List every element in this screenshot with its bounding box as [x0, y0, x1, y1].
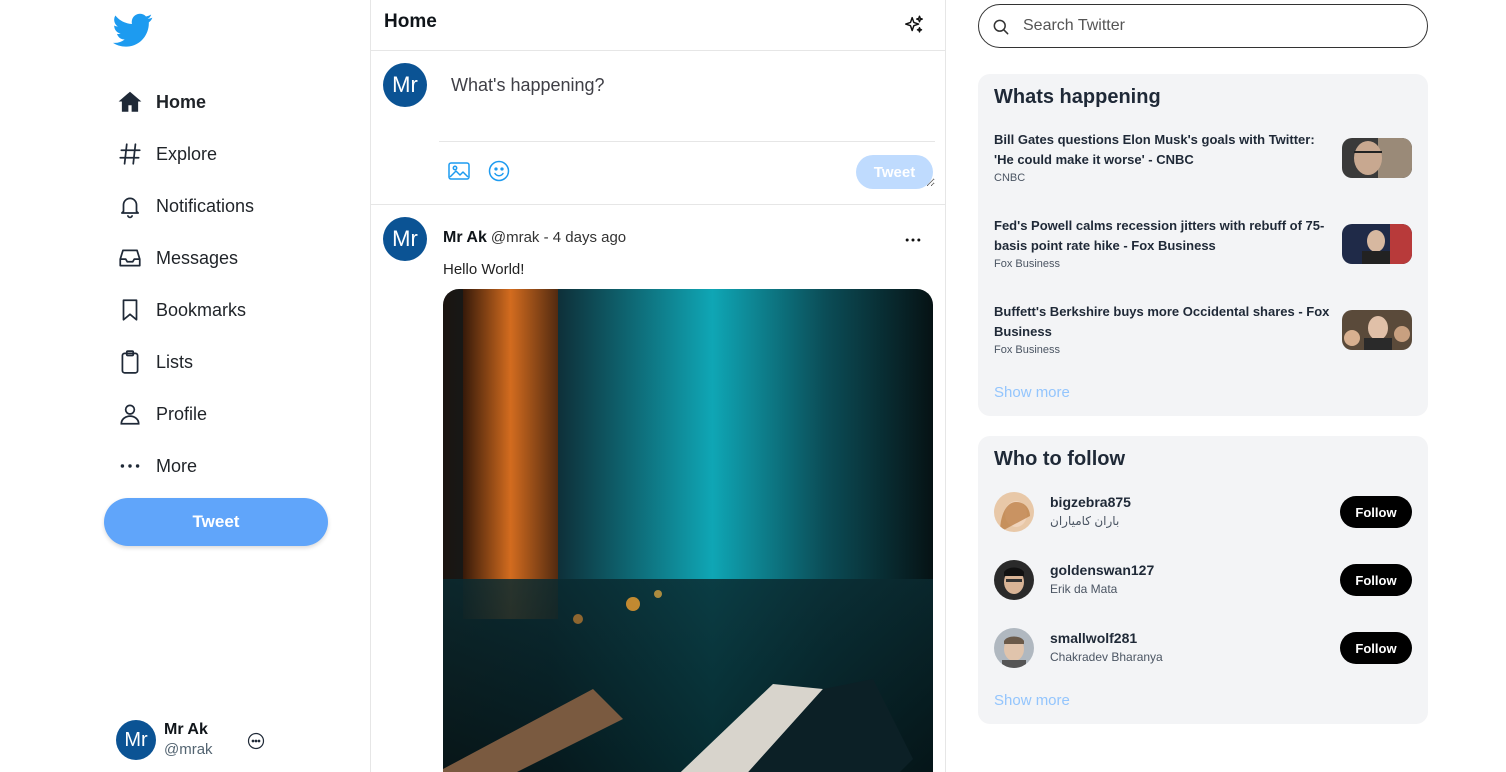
post-handle-time: @mrak - 4 days ago	[490, 229, 627, 246]
follow-display-name: باران کامیاران	[1050, 514, 1120, 528]
follow-username[interactable]: goldenswan127	[1050, 562, 1154, 578]
account-name: Mr Ak	[164, 721, 208, 738]
search-box[interactable]	[978, 4, 1428, 48]
follow-button[interactable]: Follow	[1340, 564, 1412, 596]
follow-button[interactable]: Follow	[1340, 632, 1412, 664]
follow-suggestion: goldenswan127 Erik da Mata Follow	[994, 560, 1412, 604]
account-names: Mr Ak @mrak	[164, 720, 213, 760]
main-nav: Home Explore Notifications Messages Book…	[116, 76, 254, 492]
card-title: Whats happening	[994, 86, 1161, 108]
search-icon	[993, 19, 1009, 35]
follow-username[interactable]: bigzebra875	[1050, 494, 1131, 510]
tweet-composer: Mr Tweet	[371, 51, 945, 205]
show-more-link[interactable]: Show more	[994, 384, 1070, 401]
more-circle-icon[interactable]	[247, 732, 265, 750]
nav-item-bookmarks[interactable]: Bookmarks	[116, 284, 254, 336]
follow-username[interactable]: smallwolf281	[1050, 630, 1137, 646]
card-title: Who to follow	[994, 448, 1126, 470]
nav-item-more[interactable]: More	[116, 440, 254, 492]
nav-item-messages[interactable]: Messages	[116, 232, 254, 284]
more-dots-icon[interactable]	[903, 230, 923, 250]
avatar: Mr	[116, 720, 156, 760]
trend-title: Buffett's Berkshire buys more Occidental…	[994, 304, 1330, 339]
left-sidebar: Home Explore Notifications Messages Book…	[0, 0, 370, 772]
avatar[interactable]: Mr	[383, 217, 427, 261]
divider	[439, 141, 935, 142]
search-input[interactable]	[1023, 15, 1403, 37]
avatar[interactable]	[994, 560, 1034, 600]
post-author[interactable]: Mr Ak	[443, 229, 487, 246]
timeline-header: Home	[371, 0, 945, 51]
nav-item-profile[interactable]: Profile	[116, 388, 254, 440]
nav-item-notifications[interactable]: Notifications	[116, 180, 254, 232]
nav-label: More	[156, 455, 198, 476]
trend-item[interactable]: Fed's Powell calms recession jitters wit…	[994, 216, 1412, 270]
avatar[interactable]	[994, 628, 1034, 668]
timeline: Home Mr Tweet Mr Mr Ak@mrak - 4 days ago…	[370, 0, 946, 772]
follow-display-name: Chakradev Bharanya	[1050, 650, 1163, 664]
tweet-submit-button[interactable]: Tweet	[856, 155, 933, 189]
trend-title: Fed's Powell calms recession jitters wit…	[994, 218, 1325, 253]
follow-suggestion: bigzebra875 باران کامیاران Follow	[994, 492, 1412, 536]
inbox-icon	[116, 244, 144, 272]
nav-item-home[interactable]: Home	[116, 76, 254, 128]
nav-label: Bookmarks	[156, 299, 247, 320]
trend-title: Bill Gates questions Elon Musk's goals w…	[994, 132, 1315, 167]
account-switcher[interactable]: Mr Mr Ak @mrak	[116, 720, 213, 760]
post-image[interactable]	[443, 289, 933, 772]
nav-label: Notifications	[156, 195, 255, 216]
post-text: Hello World!	[443, 261, 525, 278]
nav-label: Explore	[156, 143, 218, 164]
avatar[interactable]	[994, 492, 1034, 532]
trend-item[interactable]: Bill Gates questions Elon Musk's goals w…	[994, 130, 1412, 184]
nav-item-lists[interactable]: Lists	[116, 336, 254, 388]
twitter-bird-icon[interactable]	[110, 10, 156, 50]
nav-label: Home	[156, 91, 207, 112]
post-meta: Mr Ak @mrak - 4 days ago	[443, 229, 626, 247]
trend-thumbnail	[1342, 224, 1412, 264]
avatar: Mr	[383, 63, 427, 107]
nav-label: Messages	[156, 247, 239, 268]
trend-item[interactable]: Buffett's Berkshire buys more Occidental…	[994, 302, 1412, 356]
show-more-link[interactable]: Show more	[994, 692, 1070, 709]
hashtag-icon	[116, 140, 144, 168]
home-icon	[116, 88, 144, 116]
who-to-follow-card: Who to follow bigzebra875 باران کامیاران…	[978, 436, 1428, 724]
trend-thumbnail	[1342, 310, 1412, 350]
emoji-icon[interactable]	[487, 159, 511, 183]
account-handle: @mrak	[164, 741, 213, 758]
image-icon[interactable]	[447, 159, 471, 183]
bookmark-icon	[116, 296, 144, 324]
page-title: Home	[384, 11, 437, 32]
whats-happening-card: Whats happening Bill Gates questions Elo…	[978, 74, 1428, 416]
tweet-button[interactable]: Tweet	[104, 498, 328, 546]
follow-button[interactable]: Follow	[1340, 496, 1412, 528]
user-icon	[116, 400, 144, 428]
nav-label: Profile	[156, 403, 208, 424]
clipboard-icon	[116, 348, 144, 376]
nav-label: Lists	[156, 351, 194, 372]
follow-display-name: Erik da Mata	[1050, 582, 1118, 596]
sparkle-icon[interactable]	[903, 14, 925, 36]
nav-item-explore[interactable]: Explore	[116, 128, 254, 180]
trend-thumbnail	[1342, 138, 1412, 178]
bell-icon	[116, 192, 144, 220]
follow-suggestion: smallwolf281 Chakradev Bharanya Follow	[994, 628, 1412, 672]
more-dots-icon	[116, 452, 144, 480]
